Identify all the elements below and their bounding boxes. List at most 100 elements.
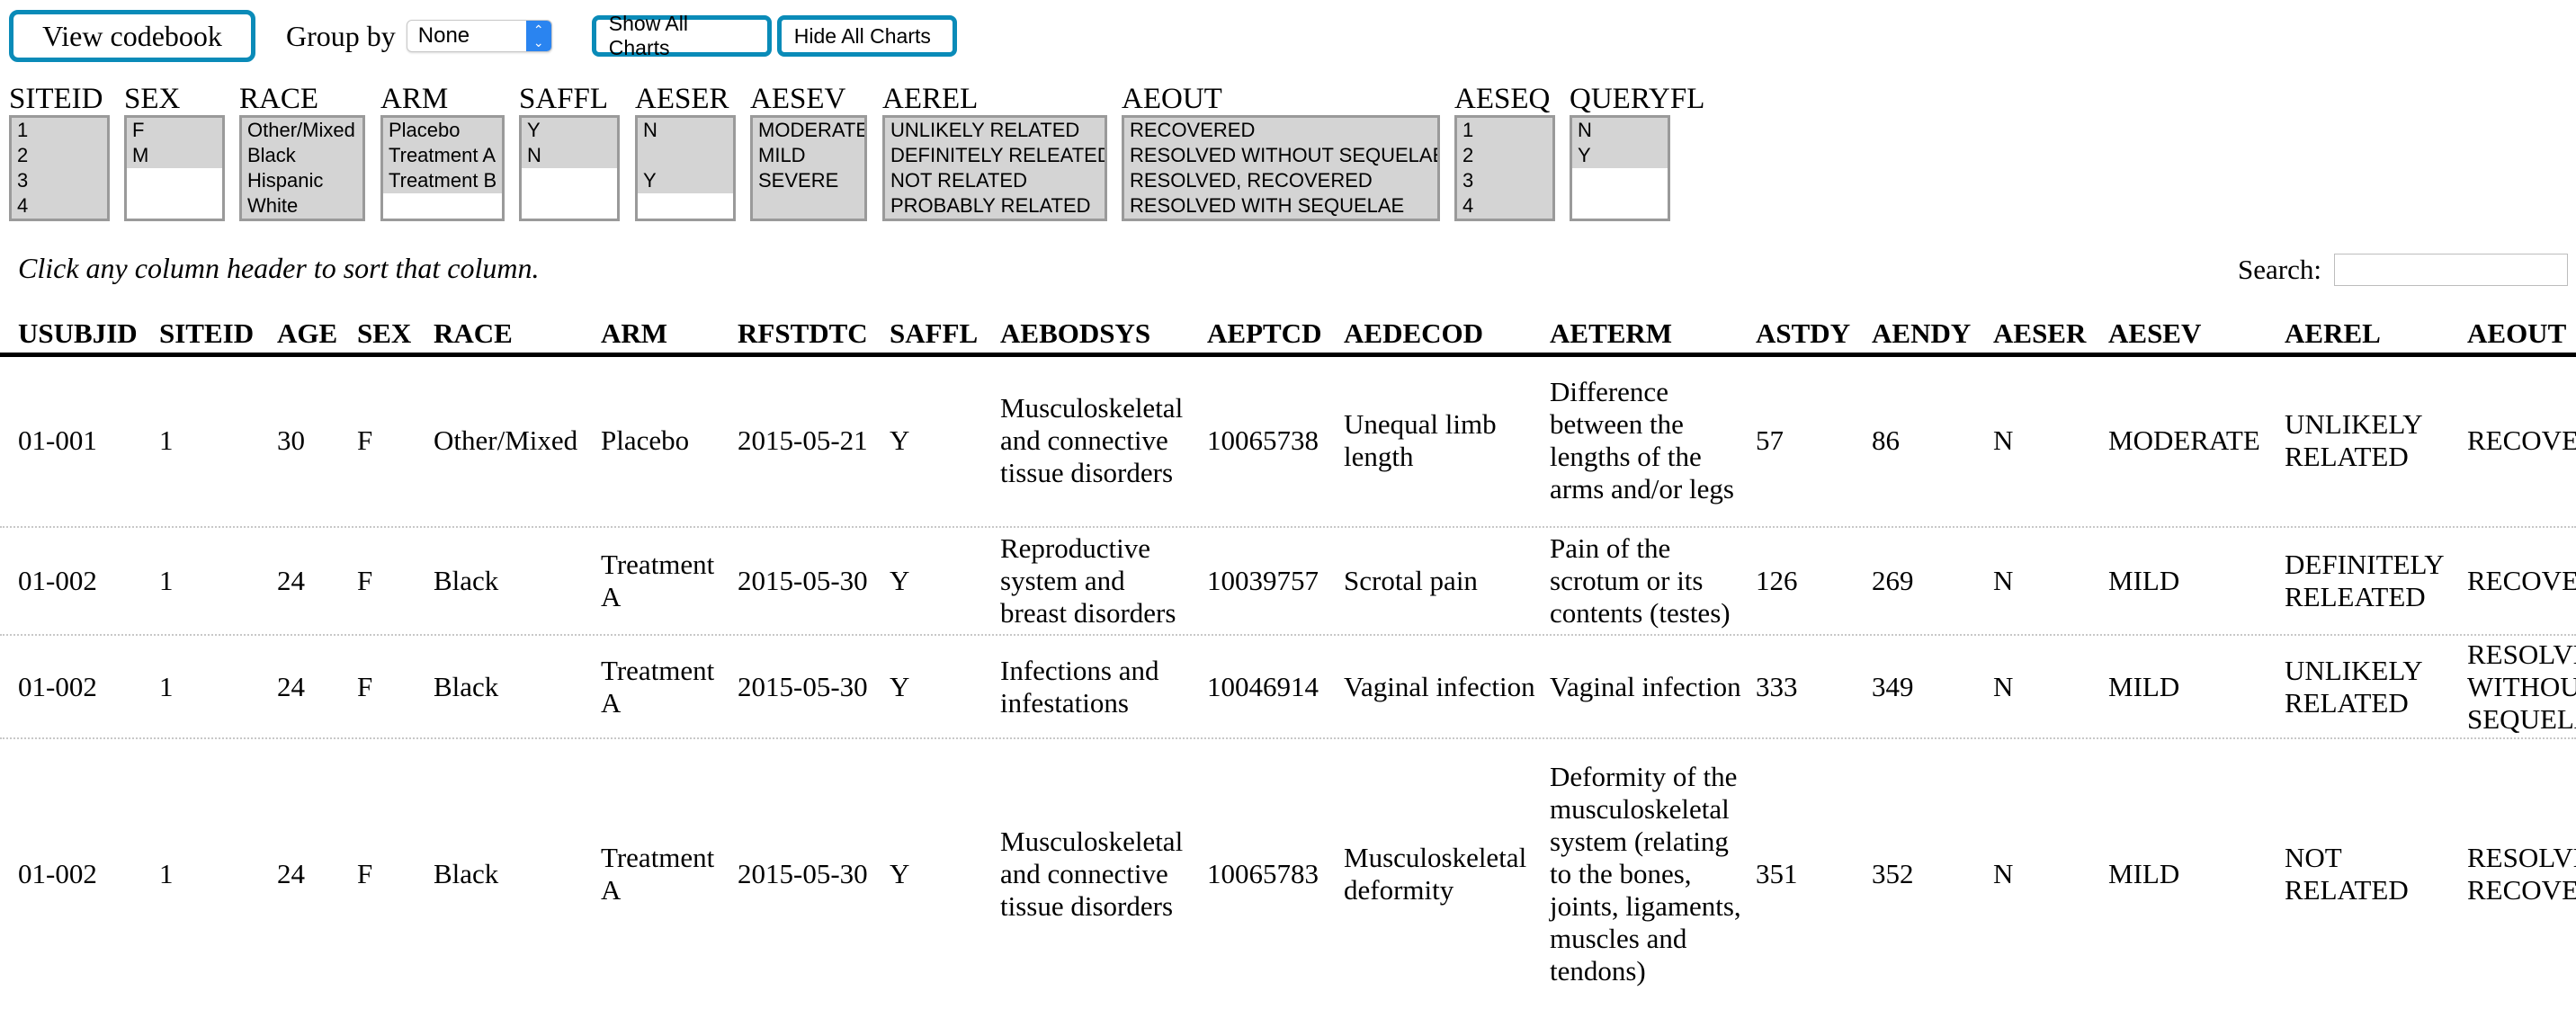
cell-aendy: 352 xyxy=(1872,858,1914,889)
filter-aerel: AEREL UNLIKELY RELATED DEFINITELY RELEATED… xyxy=(882,83,1107,221)
column-header-sex[interactable]: SEX xyxy=(357,315,411,353)
filter-option[interactable]: Y xyxy=(638,168,733,193)
filter-option[interactable]: RESOLVED, RECOVERED xyxy=(1124,168,1437,193)
filter-option[interactable] xyxy=(753,193,864,219)
filter-option[interactable]: MODERATE xyxy=(753,118,864,143)
table-row: 01-002 1 24 F Black Treatment A 2015-05-30 Y Inf… xyxy=(0,636,2576,739)
filter-option[interactable]: Placebo xyxy=(383,118,502,143)
filter-listbox-saffl[interactable]: YN xyxy=(519,115,620,221)
cell-aeterm: Deformity of the musculoskeletal system … xyxy=(1550,761,1741,987)
cell-age: 30 xyxy=(277,424,305,456)
hide-all-charts-button[interactable]: Hide All Charts xyxy=(776,15,957,57)
cell-aesev: MILD xyxy=(2108,670,2180,702)
cell-aedecod: Musculoskeletal deformity xyxy=(1344,842,1527,906)
toolbar: View codebook Group by None ⌃ ⌄ Show All … xyxy=(9,9,957,63)
group-by-select[interactable]: None ⌃ ⌄ xyxy=(406,20,552,52)
show-all-charts-button[interactable]: Show All Charts xyxy=(591,12,772,59)
filter-listbox-aeseq[interactable]: 1234 xyxy=(1454,115,1555,221)
view-codebook-button[interactable]: View codebook xyxy=(9,10,255,62)
column-header-age[interactable]: AGE xyxy=(277,315,337,353)
filter-option[interactable]: 1 xyxy=(1457,118,1552,143)
filter-listbox-sex[interactable]: FM xyxy=(124,115,225,221)
select-updown-icon: ⌃ ⌄ xyxy=(525,21,551,51)
column-header-aeout[interactable]: AEOUT xyxy=(2467,315,2566,353)
filter-option[interactable]: DEFINITELY RELEATED xyxy=(885,143,1105,168)
filter-option[interactable]: Treatment B xyxy=(383,168,502,193)
column-header-race[interactable]: RACE xyxy=(434,315,513,353)
column-header-saffl[interactable]: SAFFL xyxy=(890,315,978,353)
column-header-rfstdtc[interactable]: RFSTDTC xyxy=(738,315,868,353)
filter-option[interactable]: Y xyxy=(1572,143,1668,168)
filter-option[interactable]: RESOLVED WITHOUT SEQUELAE xyxy=(1124,143,1437,168)
filter-option[interactable]: NOT RELATED xyxy=(885,168,1105,193)
cell-aeptcd: 10046914 xyxy=(1207,670,1319,702)
cell-sex: F xyxy=(357,424,373,456)
filter-option[interactable]: 4 xyxy=(1457,193,1552,219)
filter-option[interactable] xyxy=(638,143,733,168)
filter-listbox-aesev[interactable]: MODERATE MILD SEVERE xyxy=(750,115,867,221)
column-header-aeterm[interactable]: AETERM xyxy=(1550,315,1672,353)
column-header-aendy[interactable]: AENDY xyxy=(1872,315,1971,353)
filter-listbox-arm[interactable]: Placebo Treatment A Treatment B xyxy=(380,115,505,221)
column-header-astdy[interactable]: ASTDY xyxy=(1756,315,1850,353)
filter-aeseq: AESEQ 1 2 3 4 xyxy=(1454,83,1555,221)
column-header-aesev[interactable]: AESEV xyxy=(2108,315,2201,353)
filter-option[interactable]: 4 xyxy=(12,193,107,219)
filter-listbox-aeout[interactable]: RECOVERED RESOLVED WITHOUT SEQUELAE RESOLV… xyxy=(1122,115,1440,221)
filter-option[interactable]: Y xyxy=(522,118,617,143)
cell-sex: F xyxy=(357,858,373,889)
filter-option[interactable]: 3 xyxy=(12,168,107,193)
filter-label: SAFFL xyxy=(519,83,609,115)
filter-label: AESEV xyxy=(750,83,846,115)
search-input[interactable] xyxy=(2333,254,2568,286)
filter-option[interactable]: 1 xyxy=(12,118,107,143)
filter-option[interactable]: Black xyxy=(242,143,362,168)
filter-option[interactable]: N xyxy=(1572,118,1668,143)
filter-option[interactable]: 2 xyxy=(1457,143,1552,168)
filter-option[interactable]: PROBABLY RELATED xyxy=(885,193,1105,219)
filter-option[interactable]: Treatment A xyxy=(383,143,502,168)
filter-listbox-race[interactable]: Other/Mixed Black Hispanic White xyxy=(239,115,365,221)
filter-option[interactable]: Other/Mixed xyxy=(242,118,362,143)
cell-race: Other/Mixed xyxy=(434,424,578,456)
column-header-aeptcd[interactable]: AEPTCD xyxy=(1207,315,1321,353)
column-header-aebodsys[interactable]: AEBODSYS xyxy=(1000,315,1150,353)
filter-option[interactable]: MILD xyxy=(753,143,864,168)
filter-listbox-aeser[interactable]: NY xyxy=(635,115,736,221)
filter-label: AEREL xyxy=(882,83,979,115)
filter-option[interactable]: M xyxy=(127,143,222,168)
filter-label: AEOUT xyxy=(1122,83,1222,115)
filter-listbox-siteid[interactable]: 1234 xyxy=(9,115,110,221)
column-header-aedecod[interactable]: AEDECOD xyxy=(1344,315,1483,353)
filter-option[interactable]: RESOLVED WITH SEQUELAE xyxy=(1124,193,1437,219)
filter-option[interactable]: 2 xyxy=(12,143,107,168)
filter-option[interactable]: 3 xyxy=(1457,168,1552,193)
filter-listbox-aerel[interactable]: UNLIKELY RELATED DEFINITELY RELEATED NOT R… xyxy=(882,115,1107,221)
cell-aesev: MILD xyxy=(2108,858,2180,889)
cell-aendy: 349 xyxy=(1872,670,1914,702)
filter-option[interactable]: SEVERE xyxy=(753,168,864,193)
filter-label: RACE xyxy=(239,83,319,115)
filter-option[interactable]: RECOVERED xyxy=(1124,118,1437,143)
filter-listbox-queryfl[interactable]: NY xyxy=(1570,115,1670,221)
table-row: 01-002 1 24 F Black Treatment A 2015-05-30 Y Rep… xyxy=(0,528,2576,636)
filter-siteid: SITEID 1 2 3 4 xyxy=(9,83,110,221)
cell-aeout: RECOVERED xyxy=(2467,424,2576,456)
filter-option[interactable]: Hispanic xyxy=(242,168,362,193)
column-header-siteid[interactable]: SITEID xyxy=(159,315,254,353)
cell-aeser: N xyxy=(1993,424,2014,456)
filter-option[interactable]: N xyxy=(638,118,733,143)
filter-option[interactable]: N xyxy=(522,143,617,168)
column-header-arm[interactable]: ARM xyxy=(601,315,667,353)
column-header-aeser[interactable]: AESER xyxy=(1993,315,2086,353)
filter-race: RACE Other/Mixed Black Hispanic White xyxy=(239,83,365,221)
filter-option[interactable]: White xyxy=(242,193,362,219)
cell-astdy: 351 xyxy=(1756,858,1798,889)
filter-option[interactable]: UNLIKELY RELATED xyxy=(885,118,1105,143)
column-header-usubjid[interactable]: USUBJID xyxy=(18,315,138,353)
column-header-aerel[interactable]: AEREL xyxy=(2285,315,2381,353)
cell-aesev: MILD xyxy=(2108,565,2180,596)
cell-aeterm: Vaginal infection xyxy=(1550,670,1741,702)
filter-option[interactable]: F xyxy=(127,118,222,143)
cell-race: Black xyxy=(434,565,499,596)
